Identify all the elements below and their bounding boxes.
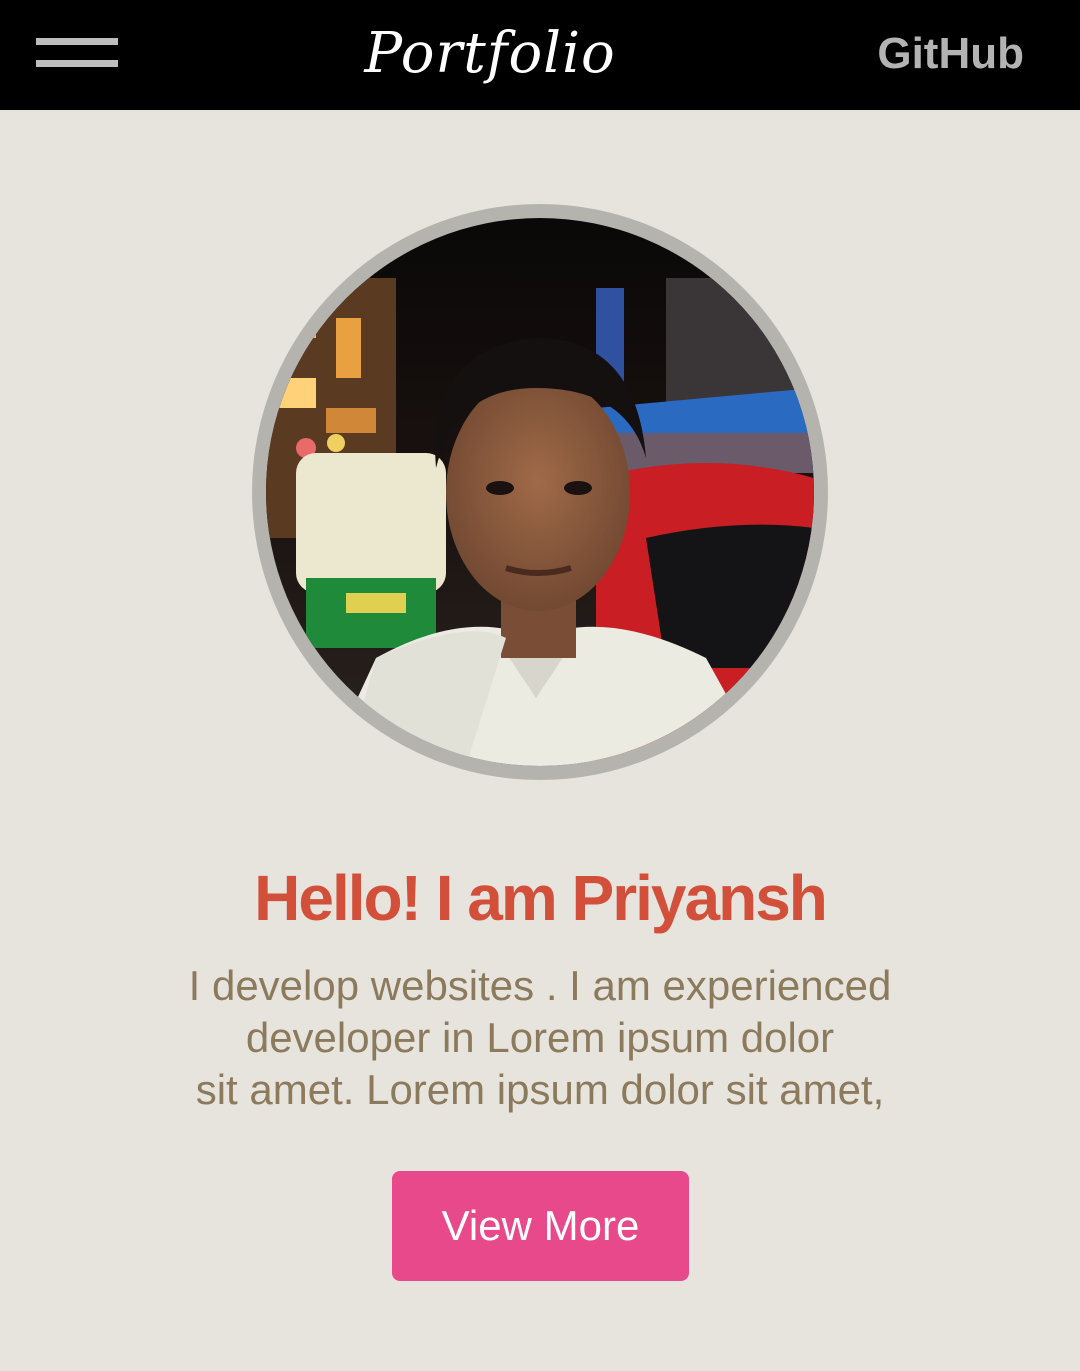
github-link[interactable]: GitHub [877, 26, 1024, 82]
menu-icon-bar-bottom [36, 60, 118, 67]
hero-description-line: I develop websites . I am experienced [188, 962, 892, 1009]
hamburger-menu-icon[interactable] [36, 38, 118, 68]
profile-photo [266, 218, 814, 766]
brand-title: Portfolio [364, 21, 616, 86]
view-more-button[interactable]: View More [392, 1171, 689, 1281]
top-nav-bar: Portfolio GitHub [0, 0, 1080, 110]
hero-description: I develop websites . I am experienced de… [140, 960, 940, 1116]
hero-description-line: sit amet. Lorem ipsum dolor sit amet, [195, 1066, 885, 1113]
hero-heading: Hello! I am Priyansh [254, 862, 828, 934]
hero-description-line: developer in Lorem ipsum dolor [245, 1014, 835, 1061]
menu-icon-bar-top [36, 38, 118, 45]
avatar-ring [252, 204, 828, 780]
